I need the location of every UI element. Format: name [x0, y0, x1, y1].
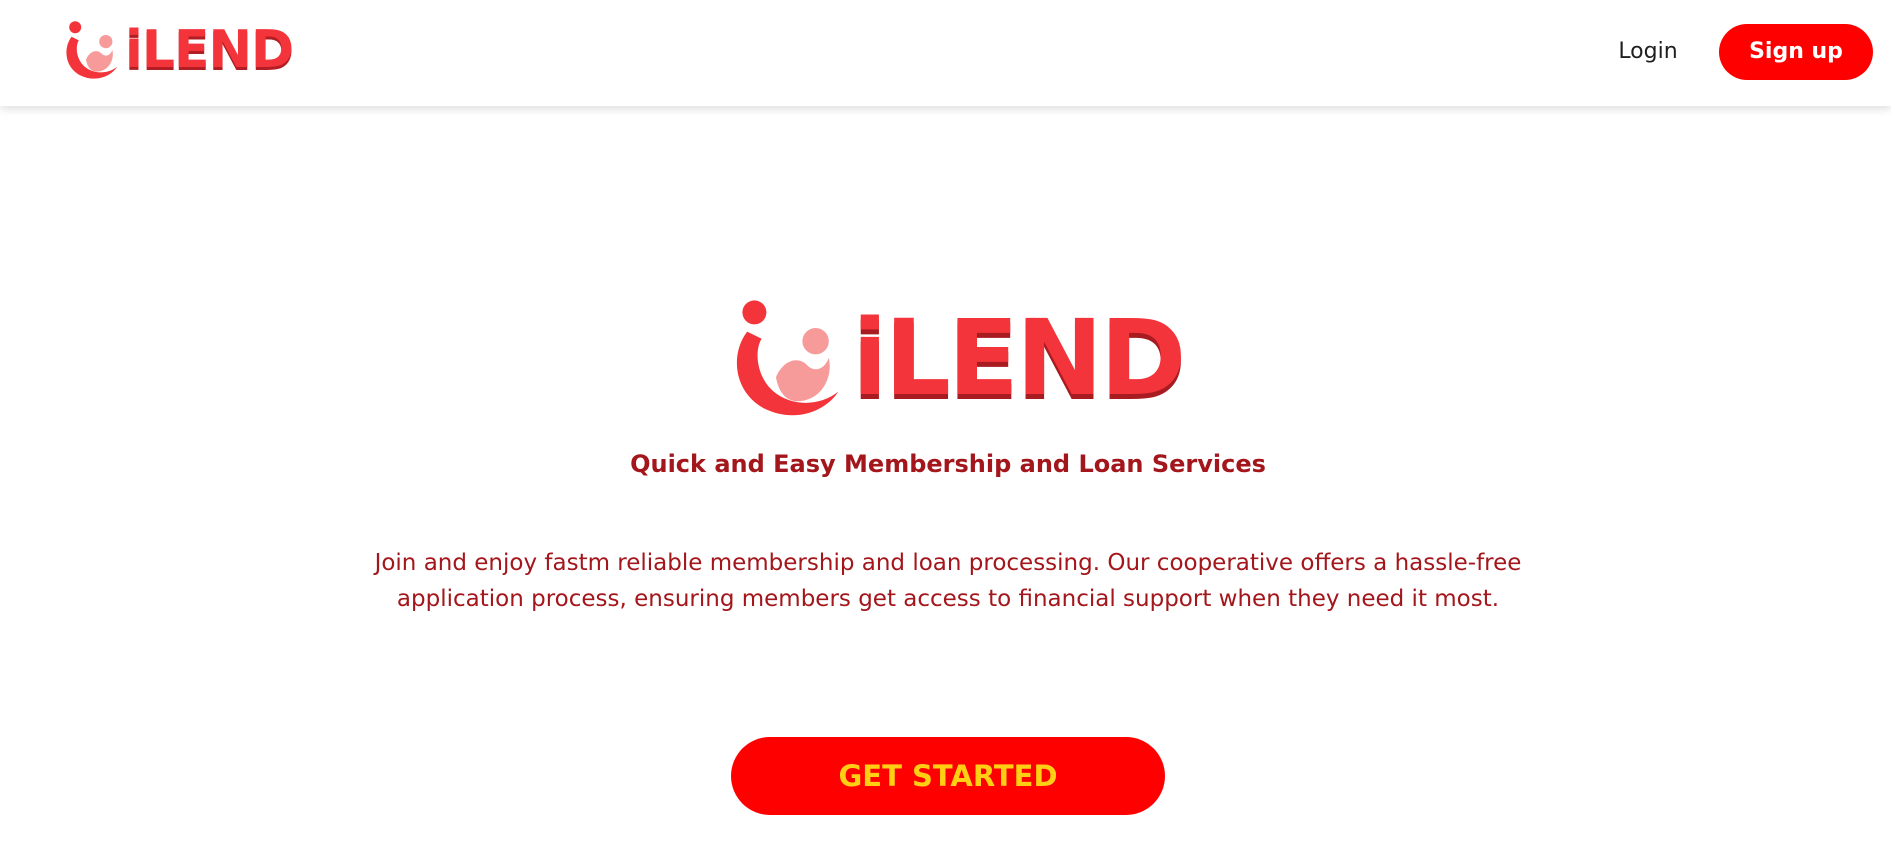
- hero-tagline: Quick and Easy Membership and Loan Servi…: [630, 450, 1266, 478]
- hero-logo: iLEND: [728, 297, 1186, 419]
- brand-wordmark: iLEND: [125, 20, 294, 80]
- header-logo[interactable]: iLEND: [62, 20, 294, 80]
- people-circle-logo-icon: [66, 21, 118, 79]
- hero-description: Join and enjoy fastm reliable membership…: [374, 550, 1522, 612]
- navbar: iLEND Login Sign up: [0, 0, 1891, 106]
- people-circle-logo-icon: [736, 300, 839, 416]
- get-started-button[interactable]: GET STARTED: [731, 737, 1165, 815]
- signup-button[interactable]: Sign up: [1719, 24, 1873, 80]
- hero-brand-wordmark: iLEND: [852, 297, 1186, 419]
- login-link[interactable]: Login: [1600, 32, 1696, 72]
